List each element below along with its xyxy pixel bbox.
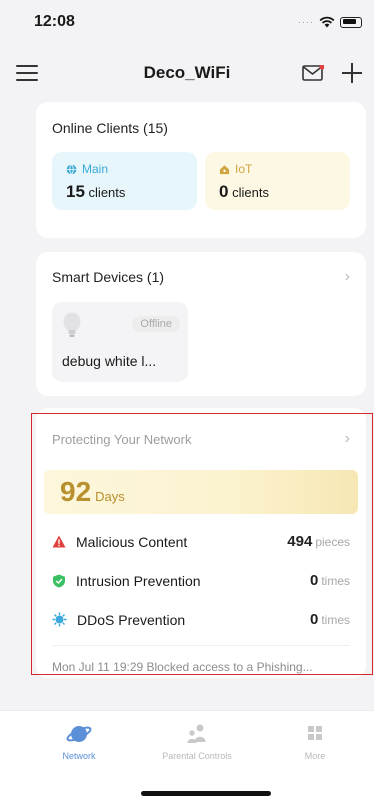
stat-unit: times — [321, 613, 350, 627]
home-indicator[interactable] — [141, 791, 271, 796]
online-clients-title: Online Clients (15) — [52, 120, 168, 136]
globe-icon — [66, 163, 77, 175]
stat-value: 494 — [287, 533, 313, 550]
signal-icon: ···· — [298, 17, 314, 27]
iot-home-icon — [219, 164, 230, 174]
hamburger-icon[interactable] — [16, 65, 38, 81]
stat-value: 0 — [309, 572, 319, 589]
last-event[interactable]: Mon Jul 11 19:29 Blocked access to a Phi… — [36, 646, 366, 688]
days-protected-unit: Days — [95, 488, 125, 504]
ddos-icon — [52, 612, 67, 627]
stat-label: Malicious Content — [76, 533, 188, 550]
tab-parental-controls[interactable]: Parental Controls — [142, 723, 252, 761]
warning-icon — [52, 535, 66, 548]
status-bar: 12:08 ···· — [0, 0, 374, 44]
tab-network[interactable]: Network — [24, 723, 134, 761]
network-icon — [66, 726, 92, 742]
stat-unit: pieces — [315, 535, 350, 549]
days-protected-count: 92 — [60, 476, 92, 507]
days-protected-banner: 92 Days — [44, 470, 358, 514]
protection-card[interactable]: Protecting Your Network › 92 Days Malici… — [36, 408, 366, 678]
device-tile[interactable]: Offline debug white l... — [52, 302, 188, 382]
tab-network-label: Network — [62, 751, 96, 761]
nav-bar: Deco_WiFi — [0, 44, 374, 102]
stat-row-ddos: DDoS Prevention 0 times — [52, 600, 350, 639]
battery-icon — [340, 16, 362, 28]
add-device-button[interactable] — [342, 63, 362, 83]
parental-controls-icon — [187, 724, 206, 743]
device-name: debug white l... — [62, 353, 157, 369]
smart-devices-card[interactable]: Smart Devices (1) › Offline debug white … — [36, 252, 366, 396]
status-icons: ···· — [298, 16, 362, 28]
wifi-icon — [319, 16, 335, 28]
tab-more[interactable]: More — [260, 723, 370, 761]
mail-icon[interactable] — [302, 65, 324, 81]
online-clients-card[interactable]: Online Clients (15) Main 15 clients IoT … — [36, 102, 366, 238]
chevron-right-icon[interactable]: › — [345, 430, 350, 448]
smart-devices-title: Smart Devices (1) — [52, 269, 165, 285]
main-client-count: 15 — [66, 182, 85, 201]
tab-parental-controls-label: Parental Controls — [162, 751, 232, 761]
stat-label: DDoS Prevention — [77, 611, 186, 628]
more-icon — [308, 726, 322, 740]
main-network-tile[interactable]: Main 15 clients — [52, 152, 197, 210]
stat-label: Intrusion Prevention — [76, 572, 201, 589]
bulb-icon — [63, 312, 81, 337]
device-status-badge: Offline — [132, 316, 180, 332]
iot-client-count: 0 — [219, 182, 229, 201]
stat-value: 0 — [309, 611, 319, 628]
chevron-right-icon[interactable]: › — [345, 268, 350, 286]
stat-unit: times — [321, 574, 350, 588]
tab-more-label: More — [304, 751, 326, 761]
main-network-label: Main — [82, 162, 109, 176]
protection-title: Protecting Your Network — [52, 431, 192, 447]
stat-row-malicious: Malicious Content 494 pieces — [52, 522, 350, 561]
iot-client-unit: clients — [232, 185, 269, 200]
stat-row-intrusion: Intrusion Prevention 0 times — [52, 561, 350, 600]
iot-network-tile[interactable]: IoT 0 clients — [205, 152, 350, 210]
shield-check-icon — [53, 574, 65, 587]
status-time: 12:08 — [34, 13, 75, 30]
iot-network-label: IoT — [235, 162, 253, 176]
main-client-unit: clients — [88, 185, 126, 200]
